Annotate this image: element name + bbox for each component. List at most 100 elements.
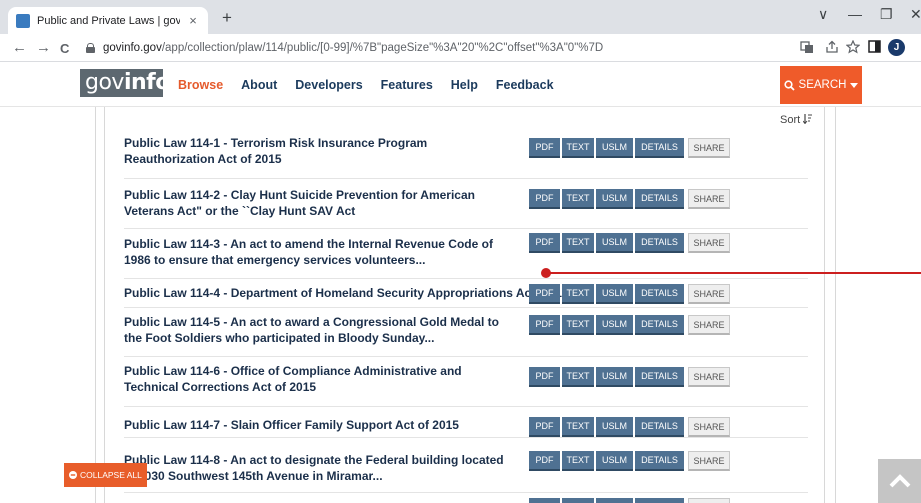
text-button[interactable]: TEXT: [562, 189, 594, 209]
text-button[interactable]: TEXT: [562, 498, 594, 503]
share-button[interactable]: SHARE: [688, 315, 730, 335]
sort-control[interactable]: Sort: [780, 113, 813, 126]
browser-tab[interactable]: Public and Private Laws | govinfo ×: [8, 7, 208, 34]
url-host: govinfo.gov: [103, 42, 162, 54]
details-button[interactable]: DETAILS: [635, 284, 684, 304]
share-button[interactable]: SHARE: [688, 284, 730, 304]
uslm-button[interactable]: USLM: [596, 233, 633, 253]
share-button[interactable]: SHARE: [688, 417, 730, 437]
translate-icon[interactable]: [800, 40, 814, 57]
page-content: Sort Public Law 114-1 - Terrorism Risk I…: [0, 107, 921, 503]
pdf-button[interactable]: PDF: [529, 451, 560, 471]
nav-feedback[interactable]: Feedback: [496, 78, 554, 92]
back-to-top-button[interactable]: [878, 459, 921, 503]
law-title[interactable]: Public Law 114-4 - Department of Homelan…: [124, 285, 569, 301]
law-row: Public Law 114-1 - Terrorism Risk Insura…: [124, 128, 808, 179]
share-button[interactable]: SHARE: [688, 189, 730, 209]
uslm-button[interactable]: USLM: [596, 189, 633, 209]
annotation-line: [548, 272, 921, 274]
share-button[interactable]: SHARE: [688, 498, 730, 503]
law-title[interactable]: Public Law 114-8 - An act to designate t…: [124, 452, 517, 484]
details-button[interactable]: DETAILS: [635, 417, 684, 437]
share-button[interactable]: SHARE: [688, 138, 730, 158]
browser-toolbar: ← → C govinfo.gov/app/collection/plaw/11…: [0, 34, 921, 62]
address-bar[interactable]: govinfo.gov/app/collection/plaw/114/publ…: [80, 37, 780, 59]
url-path: /app/collection/plaw/114/public/[0-99]/%…: [161, 42, 604, 54]
pdf-button[interactable]: PDF: [529, 315, 560, 335]
uslm-button[interactable]: USLM: [596, 315, 633, 335]
minus-circle-icon: [69, 471, 77, 479]
pdf-button[interactable]: PDF: [529, 284, 560, 304]
text-button[interactable]: TEXT: [562, 451, 594, 471]
law-title[interactable]: Public Law 114-7 - Slain Officer Family …: [124, 417, 517, 433]
details-button[interactable]: DETAILS: [635, 451, 684, 471]
uslm-button[interactable]: USLM: [596, 138, 633, 158]
details-button[interactable]: DETAILS: [635, 233, 684, 253]
nav-about[interactable]: About: [241, 78, 277, 92]
text-button[interactable]: TEXT: [562, 367, 594, 387]
share-button[interactable]: SHARE: [688, 451, 730, 471]
law-title[interactable]: Public Law 114-5 - An act to award a Con…: [124, 314, 517, 346]
url-text: govinfo.gov/app/collection/plaw/114/publ…: [103, 42, 603, 54]
uslm-button[interactable]: USLM: [596, 417, 633, 437]
pdf-button[interactable]: PDF: [529, 189, 560, 209]
uslm-button[interactable]: USLM: [596, 451, 633, 471]
lock-icon: [86, 43, 95, 53]
pdf-button[interactable]: PDF: [529, 138, 560, 158]
govinfo-logo[interactable]: govinfo: [80, 69, 170, 97]
text-button[interactable]: TEXT: [562, 315, 594, 335]
law-actions: PDF TEXT USLM DETAILS SHARE: [529, 284, 730, 304]
details-button[interactable]: DETAILS: [635, 189, 684, 209]
law-title[interactable]: Public Law 114-3 - An act to amend the I…: [124, 236, 517, 268]
details-button[interactable]: DETAILS: [635, 498, 684, 503]
nav-developers[interactable]: Developers: [295, 78, 362, 92]
chevron-up-icon: [889, 474, 910, 488]
uslm-button[interactable]: USLM: [596, 498, 633, 503]
new-tab-button[interactable]: +: [222, 8, 232, 28]
law-title[interactable]: Public Law 114-1 - Terrorism Risk Insura…: [124, 135, 517, 167]
pdf-button[interactable]: PDF: [529, 367, 560, 387]
details-button[interactable]: DETAILS: [635, 138, 684, 158]
nav-features[interactable]: Features: [381, 78, 433, 92]
reload-button[interactable]: C: [60, 41, 69, 56]
right-inner-border: [824, 107, 825, 503]
side-panel-icon[interactable]: [868, 40, 881, 56]
back-button[interactable]: ←: [12, 39, 27, 56]
uslm-button[interactable]: USLM: [596, 284, 633, 304]
nav-help[interactable]: Help: [451, 78, 478, 92]
govinfo-favicon-icon: [16, 13, 30, 28]
details-button[interactable]: DETAILS: [635, 315, 684, 335]
forward-button[interactable]: →: [36, 39, 51, 56]
collapse-all-button[interactable]: COLLAPSE ALL: [64, 463, 147, 487]
close-window-button[interactable]: ✕: [910, 6, 921, 23]
share-button[interactable]: SHARE: [688, 233, 730, 253]
text-button[interactable]: TEXT: [562, 138, 594, 158]
law-title[interactable]: Public Law 114-2 - Clay Hunt Suicide Pre…: [124, 187, 517, 219]
tab-search-icon[interactable]: ∨: [818, 6, 828, 23]
pdf-button[interactable]: PDF: [529, 417, 560, 437]
profile-avatar[interactable]: J: [888, 39, 905, 56]
text-button[interactable]: TEXT: [562, 284, 594, 304]
law-actions: PDF TEXT USLM DETAILS SHARE: [529, 189, 730, 209]
text-button[interactable]: TEXT: [562, 417, 594, 437]
nav-browse[interactable]: Browse: [178, 78, 223, 92]
maximize-button[interactable]: ❐: [880, 6, 893, 23]
share-page-icon[interactable]: [825, 40, 839, 57]
law-title[interactable]: Public Law 114-6 - Office of Compliance …: [124, 363, 517, 395]
pdf-button[interactable]: PDF: [529, 233, 560, 253]
uslm-button[interactable]: USLM: [596, 367, 633, 387]
law-row: Public Law 114-4 - Department of Homelan…: [124, 279, 808, 308]
logo-gov: gov: [85, 70, 124, 95]
pdf-button[interactable]: PDF: [529, 498, 560, 503]
text-button[interactable]: TEXT: [562, 233, 594, 253]
caret-down-icon: [850, 82, 859, 88]
tab-close-icon[interactable]: ×: [186, 13, 200, 28]
tab-title: Public and Private Laws | govinfo: [37, 14, 180, 27]
details-button[interactable]: DETAILS: [635, 367, 684, 387]
browser-tab-strip: Public and Private Laws | govinfo × + ∨ …: [0, 0, 921, 34]
share-button[interactable]: SHARE: [688, 367, 730, 387]
search-icon: [783, 79, 795, 91]
search-button[interactable]: SEARCH: [780, 66, 862, 104]
minimize-button[interactable]: —: [848, 6, 862, 22]
bookmark-star-icon[interactable]: [845, 39, 861, 57]
